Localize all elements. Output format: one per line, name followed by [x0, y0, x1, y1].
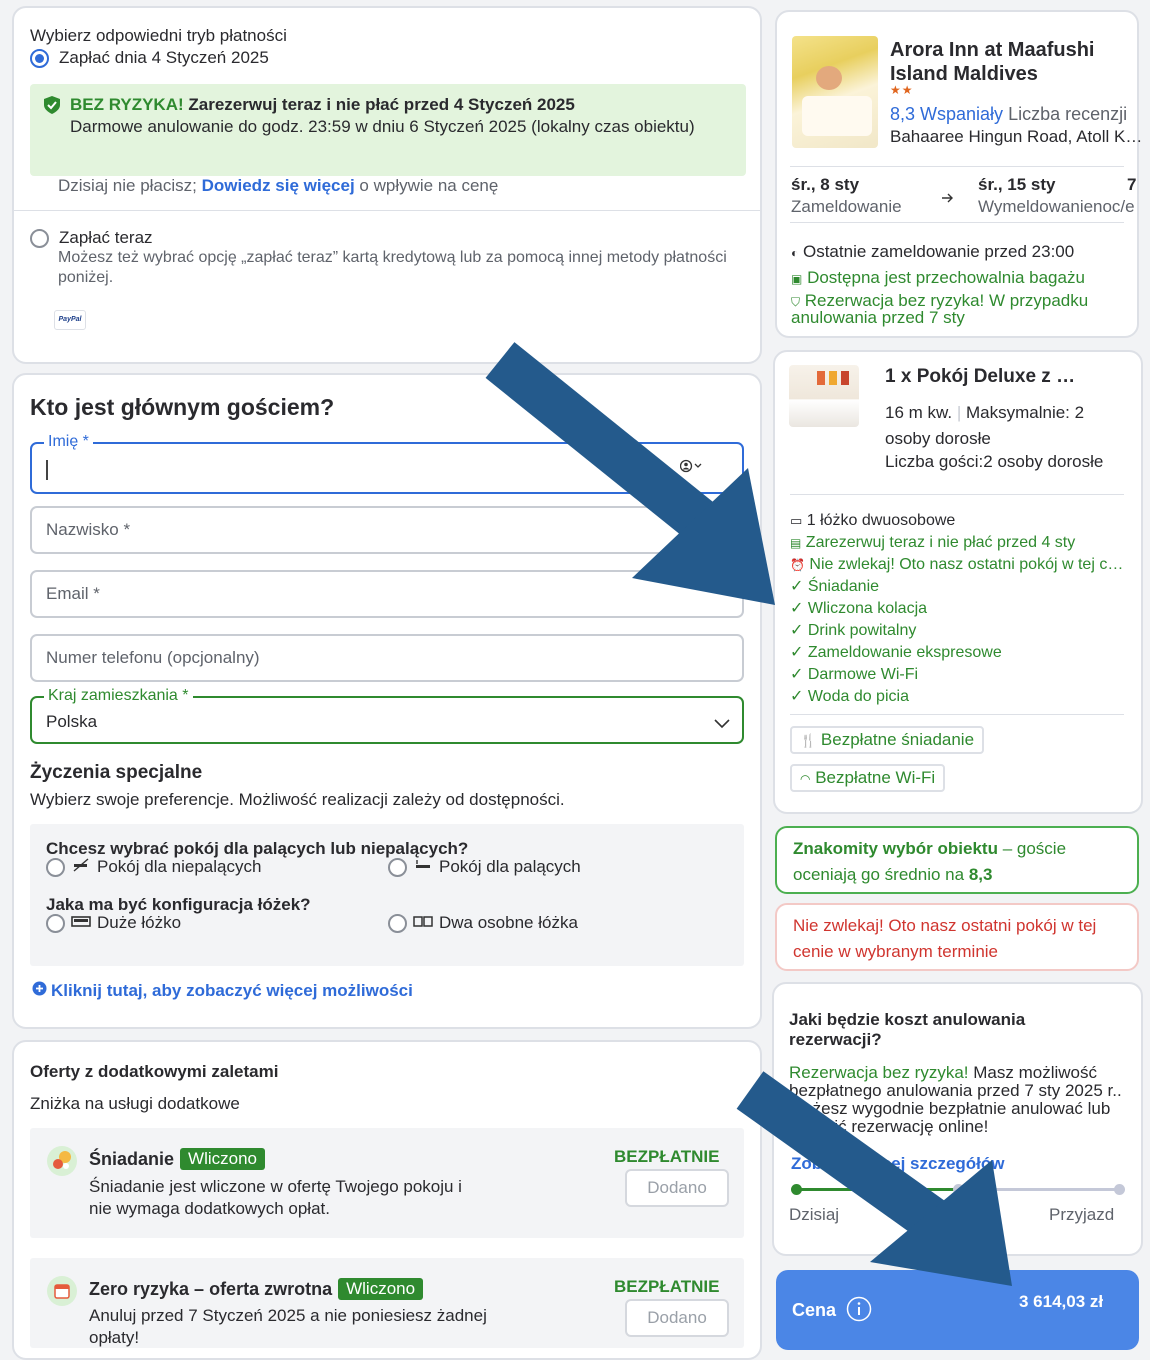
arrow-pointer-upper [485, 342, 775, 605]
arrow-pointer-lower [736, 1071, 1012, 1286]
annotation-arrows [485, 342, 1012, 1286]
